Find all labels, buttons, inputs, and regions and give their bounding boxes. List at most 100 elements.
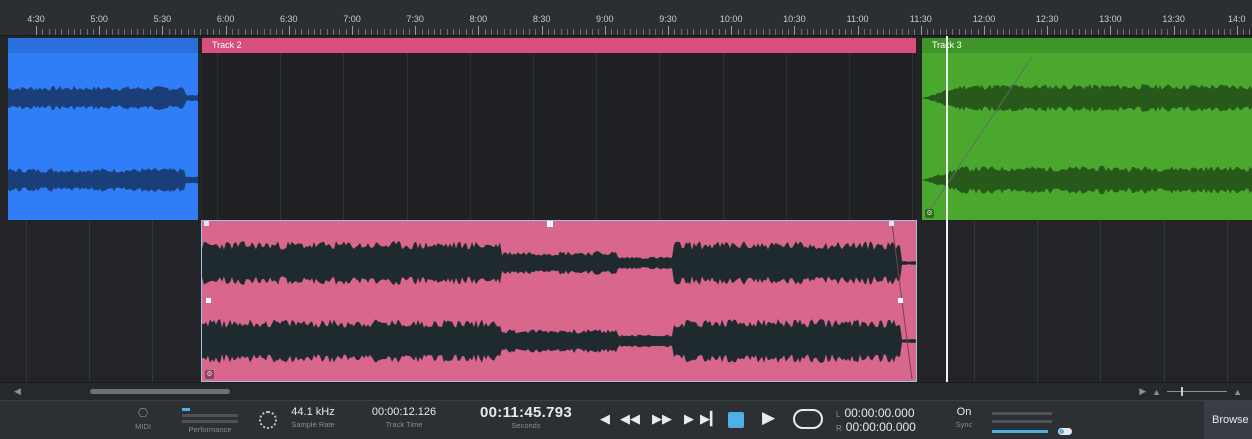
ruler-minor-tick <box>598 29 600 35</box>
position-display[interactable]: 00:11:45.793 Seconds <box>470 404 582 430</box>
audio-clip-blue[interactable] <box>8 38 198 220</box>
ruler-minor-tick <box>819 29 821 35</box>
ruler-minor-tick <box>276 29 278 35</box>
ruler-minor-tick <box>1179 29 1181 35</box>
playhead-cursor[interactable] <box>946 36 948 382</box>
resize-handle-left[interactable] <box>206 298 211 303</box>
ruler-minor-tick <box>743 29 745 35</box>
zoom-out-icon[interactable]: ▲ <box>1152 387 1161 397</box>
loop-range-display[interactable]: L 00:00:00.000 R 00:00:00.000 <box>836 407 916 435</box>
audio-clip-track-3[interactable]: Track 3 ⚙ <box>922 38 1252 220</box>
ruler-minor-tick <box>592 29 594 35</box>
clip-options-icon[interactable]: ⚙ <box>205 370 214 379</box>
ruler-minor-tick <box>1192 29 1194 35</box>
ruler-minor-tick <box>181 29 183 35</box>
ruler-minor-tick <box>219 29 221 35</box>
ruler-major-tick <box>541 26 543 35</box>
rewind-start-icon[interactable]: ◀ <box>600 411 610 427</box>
ruler-minor-tick <box>1249 29 1251 35</box>
performance-label: Performance <box>188 425 232 434</box>
gain-handle[interactable] <box>547 221 553 227</box>
clip-options-icon[interactable]: ⚙ <box>925 209 934 218</box>
ruler-minor-tick <box>1160 29 1162 35</box>
ruler-minor-tick <box>67 29 69 35</box>
clip-waveform-area <box>922 53 1252 220</box>
grid-line <box>217 53 218 220</box>
ruler-minor-tick <box>579 29 581 35</box>
ruler-tick-label: 7:00 <box>343 14 361 24</box>
loop-icon[interactable] <box>793 409 823 429</box>
ruler-tick-label: 8:30 <box>532 14 551 24</box>
ruler-major-tick <box>352 26 353 35</box>
ruler-minor-tick <box>914 29 916 35</box>
performance-monitor[interactable]: Performance <box>180 406 240 434</box>
ruler-tick-label: 6:30 <box>280 14 298 24</box>
ruler-minor-tick <box>560 29 562 35</box>
ruler-minor-tick <box>314 29 316 35</box>
skip-end-icon[interactable]: ▶▎ <box>700 411 720 427</box>
ruler-minor-tick <box>1123 29 1125 35</box>
scroll-left-icon[interactable]: ◀ <box>14 386 21 397</box>
zoom-slider-knob[interactable] <box>1181 387 1184 396</box>
ruler-minor-tick <box>497 29 499 35</box>
ruler-minor-tick <box>440 29 442 35</box>
ruler-minor-tick <box>137 29 139 35</box>
ruler-minor-tick <box>800 29 802 35</box>
ruler-minor-tick <box>826 29 827 35</box>
midi-monitor[interactable]: ⎔ MIDI <box>128 406 158 431</box>
ruler-minor-tick <box>168 29 170 35</box>
resize-handle-right[interactable] <box>898 298 903 303</box>
ruler-minor-tick <box>832 29 834 35</box>
browse-label: Browse <box>1212 414 1249 426</box>
ruler-minor-tick <box>863 29 865 35</box>
metronome-toggle-icon[interactable] <box>1058 428 1072 435</box>
ruler-minor-tick <box>206 29 208 35</box>
ruler-tick-label: 6:00 <box>216 14 235 24</box>
forward-icon[interactable]: ▶ <box>684 411 694 427</box>
fade-out-handle[interactable] <box>889 221 894 226</box>
zoom-in-icon[interactable]: ▲ <box>1233 387 1242 397</box>
track-time[interactable]: 00:00:12.126 Track Time <box>366 406 442 429</box>
ruler-minor-tick <box>307 29 309 35</box>
stop-icon[interactable] <box>728 412 744 428</box>
grid-line <box>469 53 471 220</box>
rewind-icon[interactable]: ◀◀ <box>620 411 640 427</box>
ruler-minor-tick <box>1198 29 1200 35</box>
horizontal-scrollbar[interactable]: ◀ ▶ ▲ ▲ <box>0 382 1252 400</box>
audio-clip-track-2[interactable]: Track 2 <box>202 38 916 220</box>
audio-clip-selected[interactable]: ⚙ <box>201 220 917 382</box>
zoom-control[interactable]: ▶ ▲ ▲ <box>1139 386 1242 397</box>
ruler-minor-tick <box>781 29 783 35</box>
ruler-minor-tick <box>250 29 252 35</box>
ruler-minor-tick <box>554 29 556 35</box>
fade-in-handle[interactable] <box>204 221 209 226</box>
ruler-minor-tick <box>750 29 752 35</box>
ruler-minor-tick <box>762 29 764 35</box>
ruler-minor-tick <box>1053 29 1055 35</box>
ruler-minor-tick <box>238 29 240 35</box>
fast-forward-icon[interactable]: ▶▶ <box>652 411 672 427</box>
ruler-tick-label: 5:00 <box>90 14 108 24</box>
ruler-minor-tick <box>965 29 967 35</box>
ruler-minor-tick <box>194 29 195 35</box>
ruler-minor-tick <box>895 29 897 35</box>
ruler-minor-tick <box>118 29 120 35</box>
scrollbar-thumb[interactable] <box>90 389 230 394</box>
master-volume-bar[interactable] <box>992 430 1048 433</box>
scroll-right-icon[interactable]: ▶ <box>1139 386 1146 397</box>
ruler-minor-tick <box>1021 29 1023 35</box>
zoom-slider[interactable] <box>1167 387 1228 396</box>
sync-toggle[interactable]: On Sync <box>952 406 976 429</box>
track-time-value: 00:00:12.126 <box>371 406 437 418</box>
ruler-major-tick <box>478 26 480 35</box>
play-icon[interactable]: ▶ <box>762 409 775 426</box>
timeline-ruler[interactable]: 4:30 5:00 5:30 6:00 6:30 7:00 7:30 8:00 8:30 9:00… <box>0 0 1252 36</box>
grid-line <box>533 53 534 220</box>
ruler-minor-tick <box>212 29 214 35</box>
ruler-minor-tick <box>630 29 632 35</box>
ruler-tick-label: 10:00 <box>719 14 743 24</box>
browse-button[interactable]: Browse <box>1204 401 1252 439</box>
ruler-major-tick <box>415 26 417 35</box>
sample-rate[interactable]: 44.1 kHz Sample Rate <box>288 406 338 429</box>
ruler-minor-tick <box>73 29 75 35</box>
